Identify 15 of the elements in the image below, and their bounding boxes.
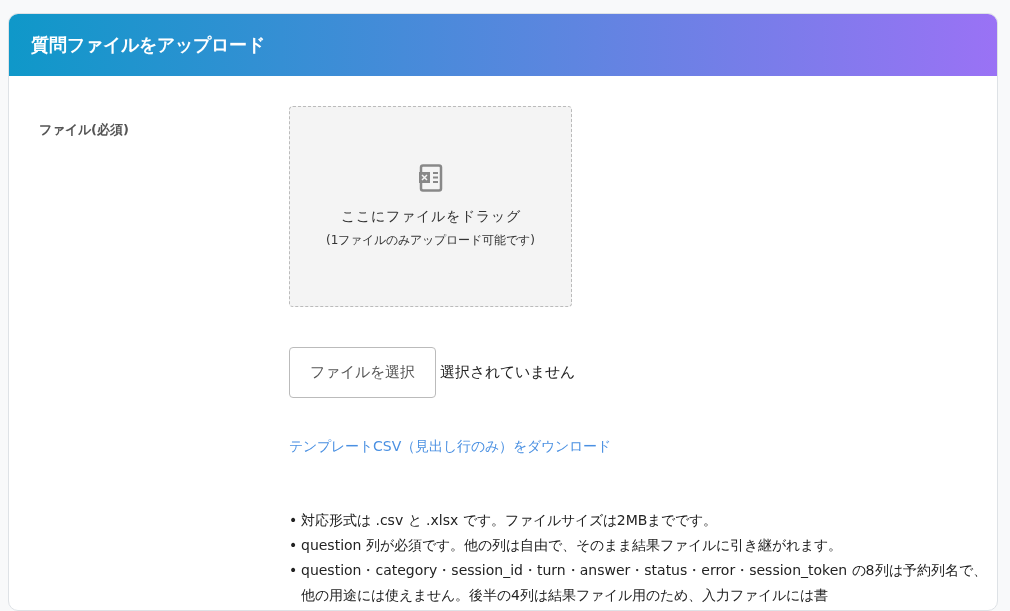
note-text: 対応形式は .csv と .xlsx です。ファイルサイズは2MBまでです。 (301, 510, 718, 530)
template-download-link[interactable]: テンプレートCSV（見出し行のみ）をダウンロード (289, 437, 612, 454)
note-text: question 列が必須です。他の列は自由で、そのまま結果ファイルに引き継がれます。 (301, 535, 842, 555)
bullet: • (289, 560, 299, 580)
file-status-text: 選択されていません (440, 362, 575, 383)
bullet: • (289, 510, 299, 530)
note-text: question・category・session_id・turn・answer・status・error・session_token の8列は予約列名で、他の用途には使えません。後半の4列は結果ファイル用のため、入力ファイルには書 (301, 560, 988, 605)
choose-file-button[interactable]: ファイルを選択 (289, 347, 436, 398)
spreadsheet-file-icon (417, 164, 444, 192)
bullet: • (289, 535, 299, 555)
field-label: ファイル(必須) (39, 121, 130, 139)
drop-zone[interactable]: ここにファイルをドラッグ (1ファイルのみアップロード可能です) (289, 106, 572, 307)
card-title: 質問ファイルをアップロード (31, 34, 265, 56)
drop-zone-note: (1ファイルのみアップロード可能です) (326, 232, 535, 249)
drop-zone-title: ここにファイルをドラッグ (340, 207, 521, 226)
